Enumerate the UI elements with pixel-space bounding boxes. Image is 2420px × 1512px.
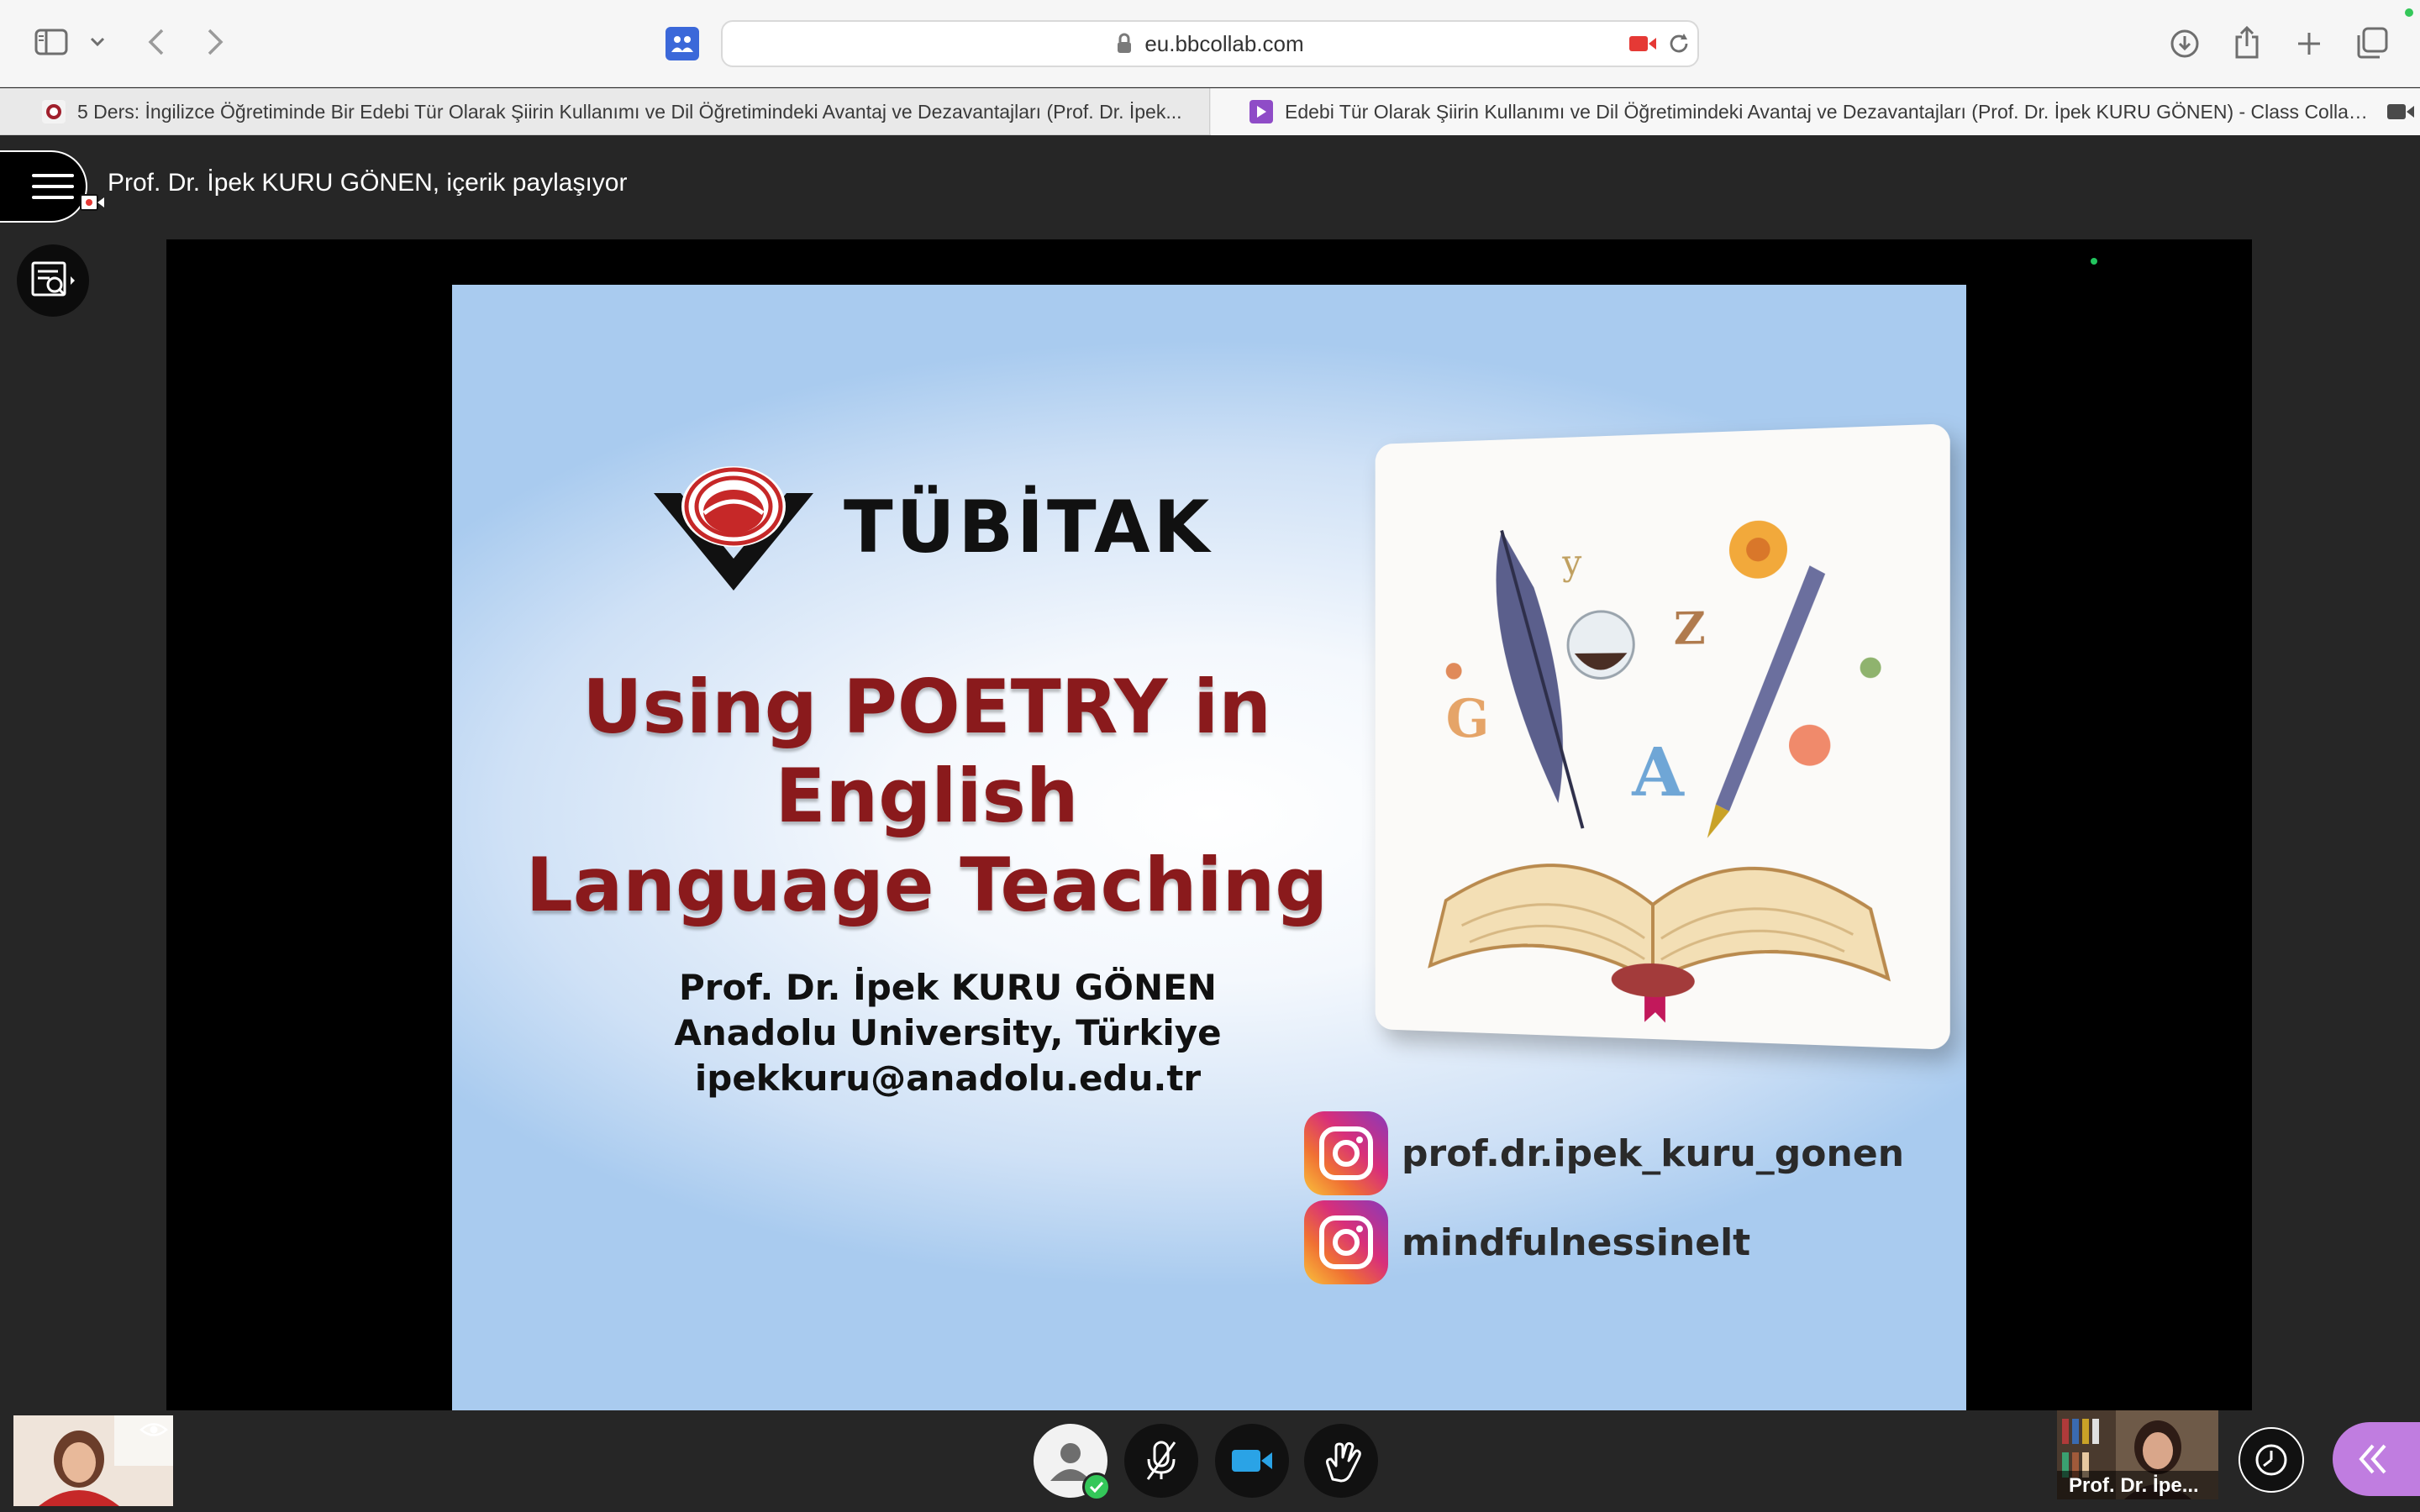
instagram-handle-text: prof.dr.ipek_kuru_gonen [1402, 1131, 1905, 1175]
instagram-handle-text: mindfulnessinelt [1402, 1221, 1751, 1264]
slide-title: Using POETRY in English Language Teachin… [486, 663, 1368, 930]
instagram-handle-2: mindfulnessinelt [1304, 1200, 1750, 1284]
tubitak-logo: TÜBİTAK [654, 465, 1213, 591]
raise-hand-icon [1326, 1441, 1361, 1483]
tab-title: Edebi Tür Olarak Şiirin Kullanımı ve Dil… [1285, 100, 2376, 123]
camera-in-use-indicator[interactable] [1628, 30, 1657, 57]
url-text: eu.bbcollab.com [1144, 30, 1304, 56]
collaborate-favicon [1249, 100, 1273, 123]
presentation-slide: TÜBİTAK Using POETRY in English Language… [452, 285, 1966, 1410]
author-name: Prof. Dr. İpek KURU GÖNEN [679, 967, 1217, 1008]
instagram-handle-1: prof.dr.ipek_kuru_gonen [1304, 1111, 1904, 1195]
content-share-status: Prof. Dr. İpek KURU GÖNEN, içerik paylaş… [108, 169, 628, 197]
status-available-badge [1082, 1473, 1111, 1501]
downloads-button[interactable] [2166, 25, 2203, 62]
chevron-right-icon [208, 29, 224, 55]
tab-overview-button[interactable] [2353, 24, 2391, 62]
tab-bar: 5 Ders: İngilizce Öğretiminde Bir Edebi … [0, 88, 2420, 135]
author-email: ipekkuru@anadolu.edu.tr [694, 1058, 1202, 1099]
tab-course-page[interactable]: 5 Ders: İngilizce Öğretiminde Bir Edebi … [0, 88, 1210, 135]
poster-letter: Z [1674, 602, 1706, 654]
lock-icon [1118, 33, 1132, 53]
instagram-icon [1304, 1111, 1388, 1195]
poster-letter: y [1561, 542, 1582, 583]
share-icon [2235, 25, 2259, 59]
search-document-icon [31, 261, 75, 297]
recording-indicator [79, 192, 106, 213]
session-timer-button[interactable] [2238, 1427, 2304, 1493]
presenter-video-tile[interactable]: Prof. Dr. İpe... [2057, 1410, 2218, 1499]
slide-title-line-2: Language Teaching [525, 842, 1328, 928]
presenter-name-label: Prof. Dr. İpe... [2057, 1471, 2218, 1499]
book-feather-pen-illustration: G A Z y [1375, 423, 1950, 1050]
tab-class-collaborate[interactable]: Edebi Tür Olarak Şiirin Kullanımı ve Dil… [1211, 88, 2420, 135]
logo-wordmark: TÜBİTAK [844, 486, 1213, 570]
menu-line-icon [32, 174, 74, 177]
shared-content-stage: TÜBİTAK Using POETRY in English Language… [166, 239, 2252, 1410]
address-bar[interactable]: eu.bbcollab.com [721, 20, 1699, 67]
sidebar-menu-chevron[interactable] [86, 30, 109, 54]
tab-title: 5 Ders: İngilizce Öğretiminde Bir Edebi … [77, 100, 1182, 123]
play-chevron-icon [1257, 106, 1266, 118]
menu-line-icon [32, 185, 74, 188]
camera-toggle-button[interactable] [1215, 1424, 1289, 1498]
university-favicon [42, 100, 66, 123]
captions-tool-button[interactable] [17, 244, 89, 317]
double-chevron-left-icon [2359, 1444, 2386, 1474]
new-tab-button[interactable] [2291, 25, 2328, 62]
collaborate-panel-toggle[interactable] [2333, 1422, 2420, 1496]
site-favicon [666, 27, 699, 60]
video-camera-icon [1232, 1450, 1272, 1472]
microphone-toggle-button[interactable] [1124, 1424, 1198, 1498]
browser-toolbar: eu.bbcollab.com [0, 0, 2420, 87]
poster-letter: A [1631, 732, 1685, 811]
clock-icon [2255, 1444, 2287, 1476]
chevron-down-icon [90, 37, 105, 47]
chevron-left-icon [148, 29, 164, 55]
slide-title-line-1: Using POETRY in English [582, 664, 1271, 839]
menu-line-icon [32, 196, 74, 199]
seal-icon [46, 104, 61, 119]
self-video-thumbnail[interactable] [13, 1415, 173, 1506]
collaborate-app: Prof. Dr. İpek KURU GÖNEN, içerik paylaş… [0, 135, 2420, 1512]
recording-camera-icon [80, 194, 104, 211]
poster-letter: G [1446, 687, 1490, 749]
sidebar-toggle-button[interactable] [32, 25, 71, 59]
bottom-control-bar: Prof. Dr. İpe... [0, 1410, 2420, 1512]
forward-button[interactable] [198, 25, 232, 59]
reload-icon [1670, 34, 1688, 53]
tubitak-emblem-icon [654, 466, 813, 591]
view-toggle-button[interactable] [139, 1420, 168, 1441]
plus-icon [2298, 33, 2320, 55]
collab-people-icon [671, 36, 693, 52]
author-block: Prof. Dr. İpek KURU GÖNEN Anadolu Univer… [654, 965, 1242, 1101]
check-icon [1089, 1481, 1104, 1493]
download-icon [2170, 29, 2199, 58]
eye-icon [139, 1423, 168, 1436]
instagram-icon [1304, 1200, 1388, 1284]
microphone-muted-icon [1146, 1441, 1176, 1480]
tabs-overview-icon [2357, 27, 2388, 59]
share-button[interactable] [2228, 22, 2265, 62]
reload-button[interactable] [1664, 29, 1694, 59]
camera-active-icon [2387, 104, 2414, 119]
session-menu-button[interactable] [0, 150, 87, 223]
video-camera-icon [1629, 36, 1656, 51]
raise-hand-button[interactable] [1304, 1424, 1378, 1498]
status-dot [2405, 8, 2413, 17]
sidebar-icon [34, 29, 68, 55]
status-settings-button[interactable] [1034, 1424, 1111, 1501]
indicator-dot [2091, 258, 2097, 265]
poetry-illustration: G A Z y [1375, 423, 1950, 1050]
back-button[interactable] [139, 25, 173, 59]
author-affiliation: Anadolu University, Türkiye [674, 1012, 1222, 1053]
